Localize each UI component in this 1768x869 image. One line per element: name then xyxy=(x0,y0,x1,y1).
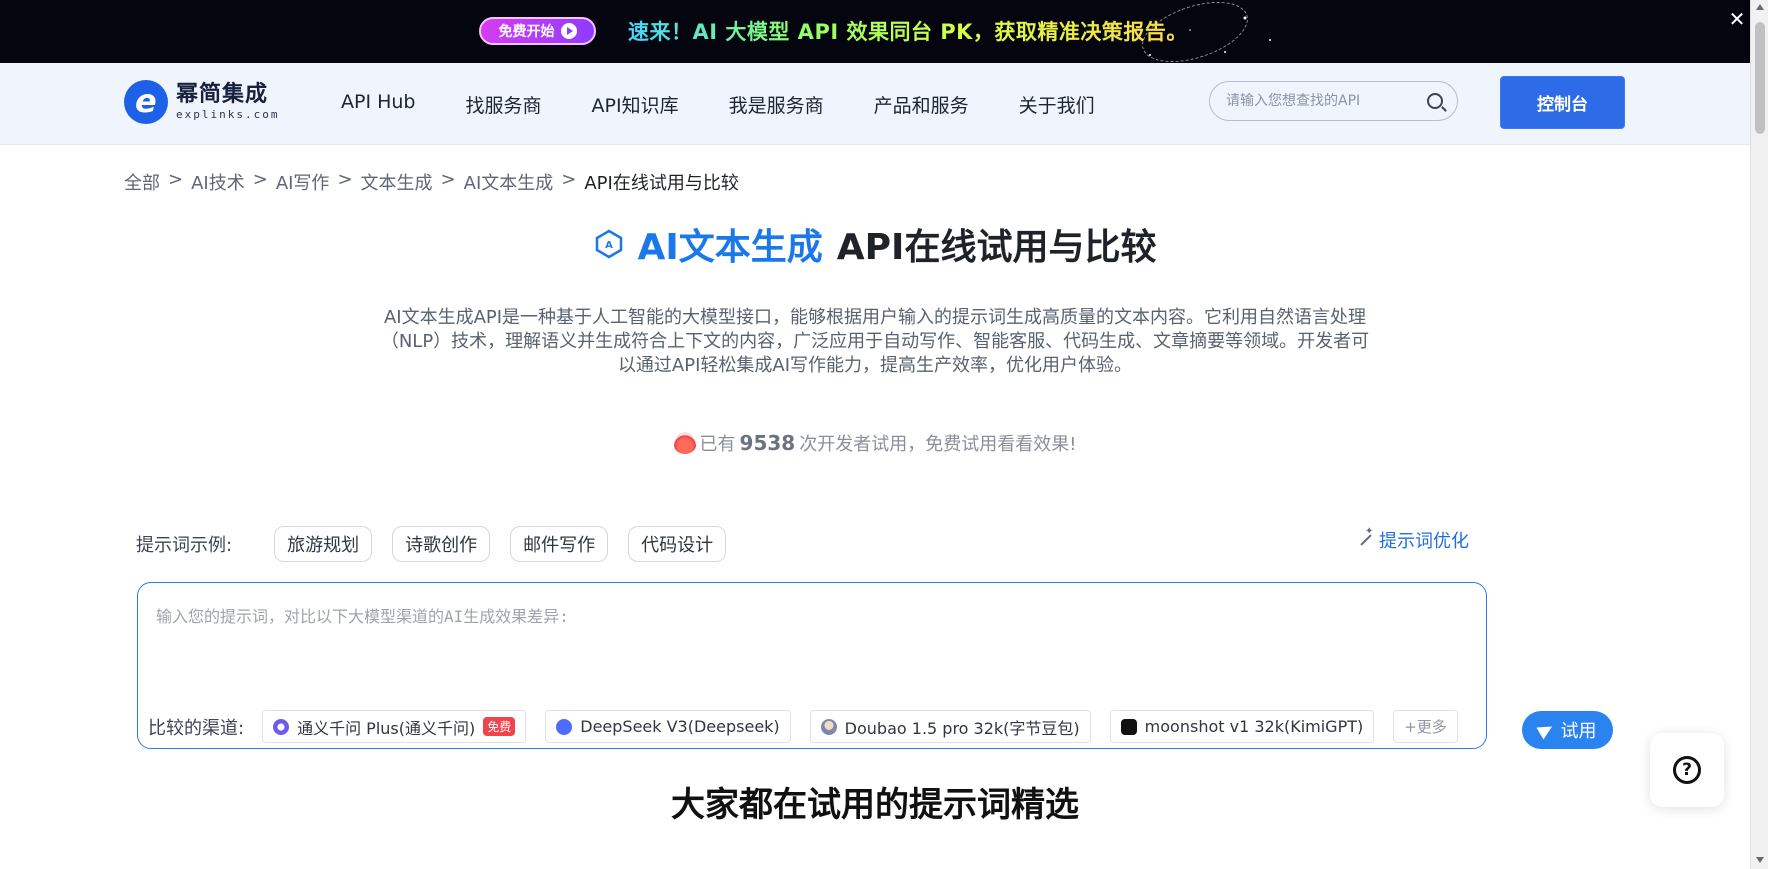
promo-banner: 免费开始 速来！AI 大模型 API 效果同台 PK，获取精准决策报告。 ✕ xyxy=(0,0,1750,63)
title-highlight: AI文本生成 xyxy=(637,227,823,268)
breadcrumb-ai-text-generation[interactable]: AI文本生成 xyxy=(464,169,554,195)
page-description: AI文本生成API是一种基于人工智能的大模型接口，能够根据用户输入的提示词生成高… xyxy=(380,307,1370,376)
breadcrumb-separator: > xyxy=(440,169,456,190)
free-badge: 免费 xyxy=(483,717,516,736)
free-start-button[interactable]: 免费开始 xyxy=(479,17,596,45)
title-rest: API在线试用与比较 xyxy=(836,227,1157,268)
site-header: 幂简集成 explinks.com API Hub 找服务商 API知识库 我是… xyxy=(0,63,1750,145)
ai-hexagon-icon: A xyxy=(595,229,622,259)
prompt-box: 比较的渠道: 通义千问 Plus(通义千问) 免费 DeepSeek V3(De… xyxy=(137,582,1487,749)
svg-text:A: A xyxy=(605,240,613,251)
doubao-avatar-icon xyxy=(820,718,837,735)
channels-label: 比较的渠道: xyxy=(148,717,245,739)
prompt-optimize-label: 提示词优化 xyxy=(1379,531,1469,552)
more-channels-button[interactable]: +更多 xyxy=(1393,710,1458,743)
logo-name-cn: 幂简集成 xyxy=(176,82,269,107)
nav-i-am-provider[interactable]: 我是服务商 xyxy=(729,91,824,118)
site-logo[interactable]: 幂简集成 explinks.com xyxy=(124,80,279,124)
logo-name-en: explinks.com xyxy=(176,108,280,121)
fire-icon xyxy=(673,432,696,454)
channel-qwen-plus[interactable]: 通义千问 Plus(通义千问) 免费 xyxy=(262,710,527,743)
nav-about-us[interactable]: 关于我们 xyxy=(1019,91,1095,118)
section-title: 大家都在试用的提示词精选 xyxy=(671,785,1079,825)
search-box xyxy=(1209,81,1458,121)
console-button[interactable]: 控制台 xyxy=(1500,76,1625,129)
example-chip-poetry[interactable]: 诗歌创作 xyxy=(392,526,491,562)
prompt-input[interactable] xyxy=(156,603,1456,683)
nav-find-provider[interactable]: 找服务商 xyxy=(466,91,542,118)
nav-api-hub[interactable]: API Hub xyxy=(341,91,416,118)
breadcrumb-separator: > xyxy=(252,169,268,190)
close-icon[interactable]: ✕ xyxy=(1726,8,1748,30)
qwen-icon xyxy=(273,718,290,735)
try-label: 试用 xyxy=(1560,721,1597,742)
channel-name: DeepSeek V3(Deepseek) xyxy=(580,717,780,736)
nav-products-services[interactable]: 产品和服务 xyxy=(874,91,969,118)
page-scrollbar[interactable] xyxy=(1750,0,1768,869)
search-input[interactable] xyxy=(1226,93,1416,109)
breadcrumb-ai-writing[interactable]: AI写作 xyxy=(276,169,330,195)
breadcrumb-text-generation[interactable]: 文本生成 xyxy=(361,169,433,195)
free-start-label: 免费开始 xyxy=(498,24,555,40)
trial-suffix: 次开发者试用，免费试用看看效果! xyxy=(799,434,1077,455)
prompt-examples: 提示词示例: 旅游规划 诗歌创作 邮件写作 代码设计 xyxy=(136,526,746,562)
trial-count-number: 9538 xyxy=(739,431,796,455)
main-nav: API Hub 找服务商 API知识库 我是服务商 产品和服务 关于我们 xyxy=(341,91,1145,118)
scroll-up-icon[interactable] xyxy=(1756,4,1764,10)
breadcrumb-current: API在线试用与比较 xyxy=(584,173,739,194)
channel-doubao-pro[interactable]: Doubao 1.5 pro 32k(字节豆包) xyxy=(809,710,1091,743)
breadcrumb-separator: > xyxy=(561,169,577,190)
breadcrumb-ai-tech[interactable]: AI技术 xyxy=(191,169,245,195)
search-icon[interactable] xyxy=(1427,93,1443,109)
scroll-down-icon[interactable] xyxy=(1756,857,1764,863)
magic-wand-icon xyxy=(1357,526,1373,548)
channel-deepseek-v3[interactable]: DeepSeek V3(Deepseek) xyxy=(545,710,791,743)
try-button[interactable]: 试用 xyxy=(1522,711,1613,749)
breadcrumb-all[interactable]: 全部 xyxy=(124,169,160,195)
channel-name: Doubao 1.5 pro 32k(字节豆包) xyxy=(844,718,1080,738)
promo-text[interactable]: 速来！AI 大模型 API 效果同台 PK，获取精准决策报告。 xyxy=(628,16,1188,46)
example-chip-code[interactable]: 代码设计 xyxy=(628,526,727,562)
prompt-optimize-link[interactable]: 提示词优化 xyxy=(1357,526,1469,553)
channel-name: moonshot v1 32k(KimiGPT) xyxy=(1144,717,1364,736)
compare-channels: 比较的渠道: 通义千问 Plus(通义千问) 免费 DeepSeek V3(De… xyxy=(148,710,1477,743)
trial-prefix: 已有 xyxy=(699,434,736,455)
example-chip-email[interactable]: 邮件写作 xyxy=(510,526,609,562)
example-chip-travel[interactable]: 旅游规划 xyxy=(274,526,373,562)
breadcrumb-separator: > xyxy=(337,169,353,190)
page-title: A AI文本生成 API在线试用与比较 xyxy=(0,218,1750,270)
scrollbar-thumb[interactable] xyxy=(1755,22,1765,134)
examples-label: 提示词示例: xyxy=(136,535,233,556)
channel-name: 通义千问 Plus(通义千问) xyxy=(297,718,476,738)
logo-mark-icon xyxy=(124,80,168,124)
kimi-icon xyxy=(1120,718,1137,735)
breadcrumb: 全部 > AI技术 > AI写作 > 文本生成 > AI文本生成 > API在线… xyxy=(124,169,739,195)
deepseek-whale-icon xyxy=(556,718,573,735)
channel-moonshot-v1[interactable]: moonshot v1 32k(KimiGPT) xyxy=(1109,710,1375,743)
breadcrumb-separator: > xyxy=(168,169,184,190)
trial-count: 已有 9538 次开发者试用，免费试用看看效果! xyxy=(0,430,1750,456)
nav-api-knowledge[interactable]: API知识库 xyxy=(592,91,679,118)
play-icon xyxy=(560,23,577,39)
send-icon xyxy=(1535,720,1556,740)
